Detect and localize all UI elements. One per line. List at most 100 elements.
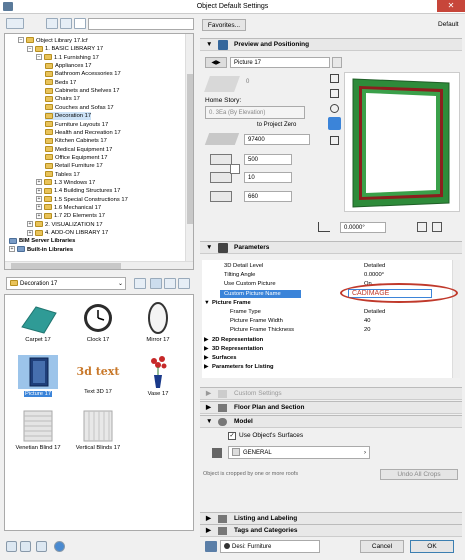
- parameter-row[interactable]: ▶ 2D Representation: [202, 336, 460, 344]
- expand-arrow-icon[interactable]: ▶: [204, 336, 208, 344]
- sort-icon[interactable]: [46, 18, 58, 29]
- parameter-row[interactable]: ▶ Surfaces: [202, 354, 460, 362]
- grid-item-clock[interactable]: Clock 17: [69, 301, 127, 343]
- grid-item-text3d[interactable]: 3d text Text 3D 17: [69, 355, 127, 395]
- floorplan-section-header[interactable]: ▶ Floor Plan and Section: [200, 401, 462, 414]
- tree-item[interactable]: Decoration 17: [45, 112, 92, 121]
- folder-select[interactable]: Decoration 17 ⌄: [6, 277, 126, 290]
- tree-item[interactable]: − Object Library 17.lcf: [18, 37, 88, 45]
- tree-item[interactable]: Kitchen Cabinets 17: [45, 137, 107, 145]
- tree-item[interactable]: − 1. BASIC LIBRARY 17: [27, 45, 103, 53]
- view-icon[interactable]: [60, 18, 72, 29]
- tree-item[interactable]: − 1.1 Furnishing 17: [36, 54, 99, 62]
- expand-toggle-icon[interactable]: −: [36, 54, 42, 61]
- parameter-row[interactable]: ▶ Parameters for Listing: [202, 363, 460, 371]
- tree-item[interactable]: Beds 17: [45, 79, 76, 87]
- expand-arrow-icon[interactable]: ▶: [204, 345, 208, 353]
- tree-item[interactable]: Cabinets and Shelves 17: [45, 87, 119, 95]
- parameter-row[interactable]: Picture Frame Width 40: [202, 317, 460, 325]
- tree-item[interactable]: +1.7 2D Elements 17: [36, 212, 105, 220]
- expand-toggle-icon[interactable]: +: [36, 204, 42, 211]
- favorites-button[interactable]: Favorites...: [202, 19, 246, 31]
- expand-toggle-icon[interactable]: +: [36, 212, 42, 219]
- tree-item[interactable]: BIM Server Libraries: [9, 237, 75, 245]
- model-section-header[interactable]: ▼ Model: [200, 415, 462, 428]
- grid-view-icon[interactable]: [150, 278, 162, 289]
- surface-select[interactable]: GENERAL ›: [228, 446, 370, 459]
- tree-item[interactable]: Couches and Sofas 17: [45, 104, 114, 112]
- tree-item[interactable]: +4. ADD-ON LIBRARY 17: [27, 229, 108, 237]
- expand-toggle-icon[interactable]: +: [36, 196, 42, 203]
- parameter-scrollbar[interactable]: [452, 260, 460, 378]
- tree-item[interactable]: + Built-in Libraries: [9, 246, 73, 254]
- grid-item-carpet[interactable]: Carpet 17: [9, 301, 67, 343]
- cancel-button[interactable]: Cancel: [360, 540, 404, 553]
- layer-select[interactable]: Desi: Furniture: [220, 540, 320, 553]
- mirror-x-icon[interactable]: [417, 222, 427, 232]
- grid-item-venetian-blind[interactable]: Venetian Blind 17: [9, 409, 67, 451]
- grid-item-vertical-blinds[interactable]: Vertical Blinds 17: [69, 409, 127, 451]
- expand-toggle-icon[interactable]: +: [36, 179, 42, 186]
- depth-field[interactable]: 10: [244, 172, 292, 183]
- prev-next-icon[interactable]: ◀▶: [205, 57, 227, 68]
- expand-arrow-icon[interactable]: ▶: [204, 354, 208, 362]
- grid-item-mirror[interactable]: Mirror 17: [129, 301, 187, 343]
- globe-icon[interactable]: [54, 541, 65, 552]
- search-input[interactable]: [88, 18, 194, 30]
- width-field[interactable]: 500: [244, 154, 292, 165]
- custom-settings-header[interactable]: ▶ Custom Settings: [200, 387, 462, 400]
- tree-item[interactable]: +1.6 Mechanical 17: [36, 204, 101, 212]
- tree-item[interactable]: +1.4 Building Structures 17: [36, 187, 120, 195]
- tree-item[interactable]: +2. VISUALIZATION 17: [27, 221, 103, 229]
- object-info-icon[interactable]: [36, 541, 47, 552]
- parameter-row[interactable]: Tilting Angle 0.0000°: [202, 271, 460, 279]
- expand-toggle-icon[interactable]: −: [27, 45, 33, 52]
- expand-toggle-icon[interactable]: −: [18, 37, 24, 44]
- expand-toggle-icon[interactable]: +: [27, 221, 33, 228]
- filter-icon[interactable]: [74, 18, 86, 29]
- parameter-row[interactable]: ▶ 3D Representation: [202, 345, 460, 353]
- tree-item[interactable]: Medical Equipment 17: [45, 146, 112, 154]
- parameter-row[interactable]: Picture Frame Thickness 20: [202, 326, 460, 334]
- tree-item[interactable]: +1.3 Windows 17: [36, 179, 95, 187]
- plan-view-icon[interactable]: [330, 74, 339, 83]
- tags-section-header[interactable]: ▶ Tags and Categories: [200, 524, 462, 537]
- object-menu-icon[interactable]: [332, 57, 342, 68]
- folder-up-icon[interactable]: [134, 278, 146, 289]
- object-name-field[interactable]: Picture 17: [230, 57, 330, 68]
- collapse-arrow-icon[interactable]: ▼: [204, 299, 210, 307]
- grid-item-vase[interactable]: Vase 17: [129, 355, 187, 397]
- tree-hscrollbar[interactable]: [5, 261, 193, 269]
- 3d-view-icon[interactable]: [328, 117, 341, 130]
- elevation-field[interactable]: 97400: [244, 134, 310, 145]
- expand-arrow-icon[interactable]: ▶: [204, 363, 208, 371]
- grid-item-picture[interactable]: Picture 17: [9, 355, 67, 397]
- parameter-row[interactable]: Frame Type Detailed: [202, 308, 460, 316]
- tree-item[interactable]: Chairs 17: [45, 95, 80, 103]
- use-surfaces-checkbox[interactable]: ✓: [228, 432, 236, 440]
- home-story-select[interactable]: 0. 3Ea (By Elevation): [205, 106, 305, 119]
- tree-item[interactable]: Tables 17: [45, 171, 80, 179]
- tree-item[interactable]: Furniture Layouts 17: [45, 120, 108, 129]
- mirror-y-icon[interactable]: [432, 222, 442, 232]
- axonometric-view-icon[interactable]: [330, 104, 339, 113]
- library-manager-icon[interactable]: [6, 541, 17, 552]
- preview-section-header[interactable]: ▼ Preview and Positioning: [200, 38, 462, 51]
- expand-toggle-icon[interactable]: +: [36, 187, 42, 194]
- undo-crops-button[interactable]: Undo All Crops: [380, 469, 458, 480]
- tree-item[interactable]: Health and Recreation 17: [45, 129, 121, 137]
- parameters-section-header[interactable]: ▼ Parameters: [200, 241, 462, 254]
- perspective-view-icon[interactable]: [330, 136, 339, 145]
- angle-field[interactable]: 0.0000°: [340, 222, 386, 233]
- ok-button[interactable]: OK: [410, 540, 454, 553]
- tree-scrollbar[interactable]: [185, 34, 193, 269]
- tree-item[interactable]: Retail Furniture 17: [45, 162, 103, 170]
- tree-item[interactable]: Bathroom Accessories 17: [45, 70, 121, 78]
- tree-item[interactable]: +1.5 Special Constructions 17: [36, 196, 128, 204]
- height-field[interactable]: 660: [244, 191, 292, 202]
- section-view-icon[interactable]: [330, 89, 339, 98]
- expand-toggle-icon[interactable]: +: [27, 229, 33, 236]
- sidebar-toggle-icon[interactable]: [6, 18, 24, 29]
- load-library-icon[interactable]: [20, 541, 31, 552]
- tree-item[interactable]: Office Equipment 17: [45, 154, 107, 162]
